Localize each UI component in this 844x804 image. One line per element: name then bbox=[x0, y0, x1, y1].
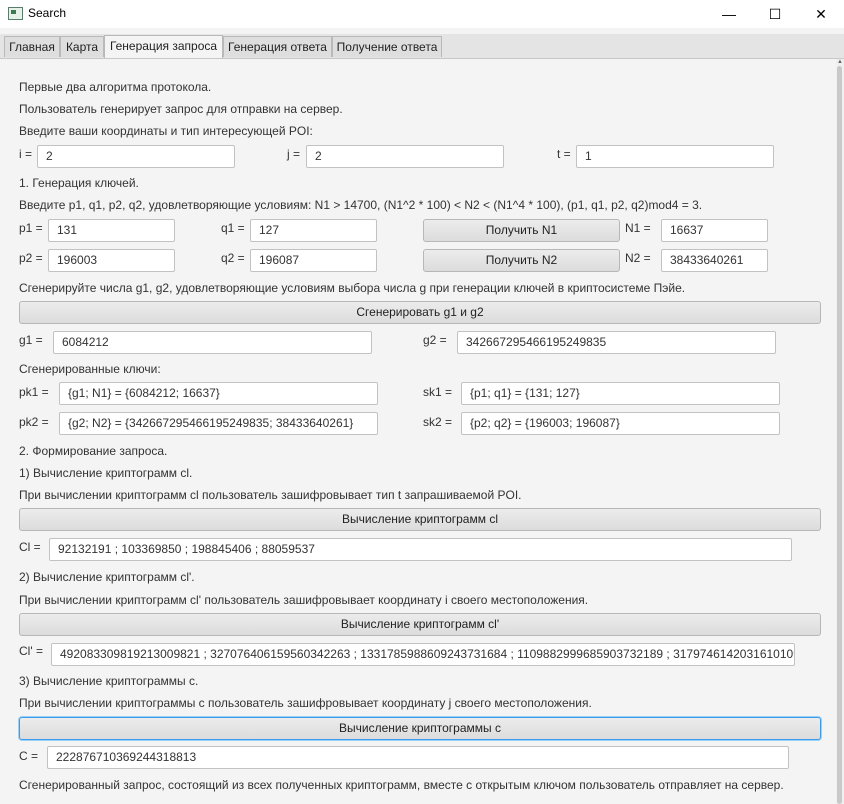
j-label: j = bbox=[287, 147, 301, 161]
generate-g-button[interactable]: Сгенерировать g1 и g2 bbox=[19, 301, 821, 324]
pk1-output[interactable]: {g1; N1} = {6084212; 16637} bbox=[59, 382, 378, 405]
clp-label: Cl' = bbox=[19, 644, 43, 658]
n1-label: N1 = bbox=[625, 221, 651, 235]
compute-cl-button[interactable]: Вычисление криптограмм cl bbox=[19, 508, 821, 531]
keys-instruction: Введите p1, q1, p2, q2, удовлетворяющие … bbox=[19, 198, 703, 212]
compute-c-button[interactable]: Вычисление криптограммы с bbox=[19, 717, 821, 740]
maximize-button[interactable]: ☐ bbox=[752, 0, 798, 28]
keys-heading: 1. Генерация ключей. bbox=[19, 176, 139, 190]
i-input[interactable]: 2 bbox=[37, 145, 235, 168]
tab-request-generation[interactable]: Генерация запроса bbox=[104, 35, 223, 58]
c-heading: 3) Вычисление криптограммы с. bbox=[19, 674, 199, 688]
minimize-button[interactable]: — bbox=[706, 0, 752, 28]
tab-response-generation[interactable]: Генерация ответа bbox=[223, 36, 332, 57]
g2-output[interactable]: 342667295466195249835 bbox=[457, 331, 776, 354]
compute-clp-button[interactable]: Вычисление криптограмм cl' bbox=[19, 613, 821, 636]
n1-output[interactable]: 16637 bbox=[661, 219, 768, 242]
pk2-output[interactable]: {g2; N2} = {342667295466195249835; 38433… bbox=[59, 412, 378, 435]
c-output[interactable]: 222876710369244318813 bbox=[47, 746, 789, 769]
pk2-label: pk2 = bbox=[19, 415, 49, 429]
generated-keys-heading: Сгенерированные ключи: bbox=[19, 362, 161, 376]
intro-line-3: Введите ваши координаты и тип интересующ… bbox=[19, 124, 313, 138]
c-description: При вычислении криптограммы с пользовате… bbox=[19, 696, 592, 710]
p2-label: p2 = bbox=[19, 251, 43, 265]
sk1-output[interactable]: {p1; q1} = {131; 127} bbox=[461, 382, 780, 405]
q2-input[interactable]: 196087 bbox=[250, 249, 377, 272]
sk2-label: sk2 = bbox=[423, 415, 453, 429]
n2-label: N2 = bbox=[625, 251, 651, 265]
tab-bar: Главная Карта Генерация запроса Генераци… bbox=[0, 34, 844, 59]
tab-map[interactable]: Карта bbox=[60, 36, 104, 57]
q1-label: q1 = bbox=[221, 221, 245, 235]
c-label: C = bbox=[19, 749, 39, 763]
p2-input[interactable]: 196003 bbox=[48, 249, 175, 272]
sk2-output[interactable]: {p2; q2} = {196003; 196087} bbox=[461, 412, 780, 435]
footer-text: Сгенерированный запрос, состоящий из все… bbox=[19, 778, 784, 792]
q2-label: q2 = bbox=[221, 251, 245, 265]
request-heading: 2. Формирование запроса. bbox=[19, 444, 168, 458]
pk1-label: pk1 = bbox=[19, 385, 49, 399]
i-label: i = bbox=[19, 147, 33, 161]
t-input[interactable]: 1 bbox=[576, 145, 774, 168]
n2-output[interactable]: 38433640261 bbox=[661, 249, 768, 272]
cl-output[interactable]: 92132191 ; 103369850 ; 198845406 ; 88059… bbox=[49, 538, 792, 561]
scrollbar-thumb[interactable] bbox=[837, 66, 842, 804]
window-title: Search bbox=[28, 6, 67, 20]
get-n2-button[interactable]: Получить N2 bbox=[423, 249, 620, 272]
title-bar: Search — ☐ ✕ bbox=[0, 0, 844, 28]
g1-label: g1 = bbox=[19, 333, 43, 347]
tab-response-receiving[interactable]: Получение ответа bbox=[332, 36, 442, 57]
cl-label: Cl = bbox=[19, 540, 41, 554]
cl-heading: 1) Вычисление криптограмм cl. bbox=[19, 466, 193, 480]
clp-output[interactable]: 492083309819213009821 ; 3270764061595603… bbox=[51, 643, 795, 666]
p1-input[interactable]: 131 bbox=[48, 219, 175, 242]
clp-description: При вычислении криптограмм cl' пользоват… bbox=[19, 593, 589, 607]
g2-label: g2 = bbox=[423, 333, 447, 347]
q1-input[interactable]: 127 bbox=[250, 219, 377, 242]
get-n1-button[interactable]: Получить N1 bbox=[423, 219, 620, 242]
intro-line-1: Первые два алгоритма протокола. bbox=[19, 80, 212, 94]
j-input[interactable]: 2 bbox=[306, 145, 504, 168]
t-label: t = bbox=[557, 147, 571, 161]
clp-heading: 2) Вычисление криптограмм cl'. bbox=[19, 570, 195, 584]
g1-output[interactable]: 6084212 bbox=[53, 331, 372, 354]
sk1-label: sk1 = bbox=[423, 385, 453, 399]
p1-label: p1 = bbox=[19, 221, 43, 235]
close-button[interactable]: ✕ bbox=[798, 0, 844, 28]
g-instruction: Сгенерируйте числа g1, g2, удовлетворяющ… bbox=[19, 281, 686, 295]
scroll-up-arrow-icon[interactable]: ▲ bbox=[836, 59, 844, 66]
intro-line-2: Пользователь генерирует запрос для отпра… bbox=[19, 102, 343, 116]
app-icon bbox=[8, 7, 23, 20]
tab-main[interactable]: Главная bbox=[4, 36, 60, 57]
cl-description: При вычислении криптограмм cl пользовате… bbox=[19, 488, 522, 502]
